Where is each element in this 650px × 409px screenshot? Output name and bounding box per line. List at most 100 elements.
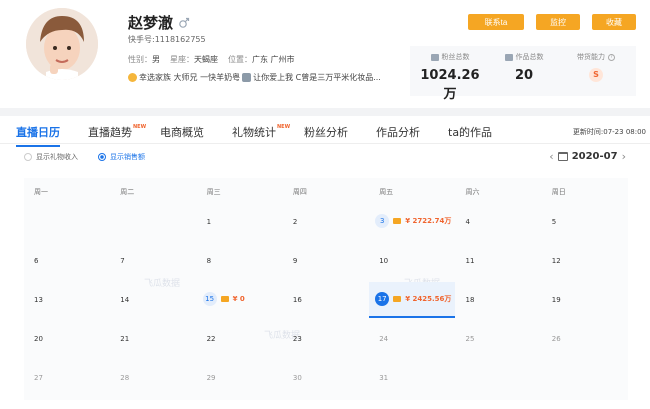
calendar-day[interactable]: 6 bbox=[24, 243, 110, 279]
works-icon bbox=[504, 53, 513, 61]
emoji-icon bbox=[128, 73, 137, 82]
day-number: 23 bbox=[292, 335, 302, 343]
day-number: 24 bbox=[379, 335, 389, 343]
calendar-day[interactable]: 25 bbox=[456, 321, 542, 357]
new-badge: NEW bbox=[133, 124, 147, 130]
day-number: 29 bbox=[206, 374, 216, 382]
calendar-day[interactable]: 9 bbox=[283, 243, 369, 279]
live-session-summary[interactable]: 15 ¥ 0 bbox=[202, 292, 245, 306]
divider bbox=[0, 108, 650, 116]
weekday-label: 周日 bbox=[551, 188, 566, 196]
bio-part-1: 幸选家族 大师兄 一快羊奶粤 bbox=[139, 73, 241, 82]
calendar-day[interactable]: 20 bbox=[24, 321, 110, 357]
day-number: 21 bbox=[120, 335, 130, 343]
day-number: 22 bbox=[206, 335, 216, 343]
stats-panel: 粉丝总数 1024.26万 作品总数 20 带货能力? S bbox=[410, 46, 636, 102]
calendar-day[interactable]: 19 bbox=[542, 282, 628, 318]
calendar-day[interactable]: 4 bbox=[456, 204, 542, 240]
calendar-day[interactable]: 12 bbox=[542, 243, 628, 279]
weekday-label: 周五 bbox=[379, 188, 394, 196]
avatar[interactable] bbox=[26, 8, 98, 80]
calendar-day[interactable]: 10 bbox=[369, 243, 455, 279]
tab-fans-analysis[interactable]: 粉丝分析 bbox=[304, 124, 348, 140]
calendar-day[interactable]: 31 bbox=[369, 360, 455, 396]
calendar-day[interactable]: 23 bbox=[283, 321, 369, 357]
weekday-label: 周六 bbox=[465, 188, 480, 196]
monitor-button[interactable]: 监控 bbox=[536, 14, 580, 30]
tab-ecommerce-overview[interactable]: 电商概览 bbox=[160, 124, 204, 140]
calendar-day[interactable]: 26 bbox=[542, 321, 628, 357]
calendar-day[interactable]: 1 bbox=[197, 204, 283, 240]
live-session-summary[interactable]: 17 ¥ 2425.56万 bbox=[375, 292, 451, 306]
help-icon[interactable]: ? bbox=[608, 53, 615, 61]
calendar-day[interactable]: 2 bbox=[283, 204, 369, 240]
day-number: 12 bbox=[551, 257, 561, 265]
cart-icon bbox=[220, 296, 229, 302]
day-number: 30 bbox=[292, 374, 302, 382]
calendar-day[interactable]: 8 bbox=[197, 243, 283, 279]
day-number: 7 bbox=[120, 257, 125, 265]
calendar-day[interactable]: 16 bbox=[283, 282, 369, 318]
day-number: 18 bbox=[465, 296, 475, 304]
tab-gift-stats[interactable]: 礼物统计NEW bbox=[232, 124, 290, 140]
day-number: 15 bbox=[202, 292, 217, 306]
calendar-day[interactable]: 5 bbox=[542, 204, 628, 240]
tab-live-calendar[interactable]: 直播日历 bbox=[16, 124, 60, 147]
calendar-filters: 显示礼物收入 显示销售额 bbox=[24, 152, 145, 162]
fans-icon bbox=[430, 53, 439, 61]
current-month[interactable]: 2020-07 bbox=[572, 151, 618, 162]
sales-amount: ¥ 0 bbox=[232, 295, 245, 303]
sales-radio[interactable]: 显示销售额 bbox=[98, 152, 145, 162]
calendar-day[interactable]: 13 bbox=[24, 282, 110, 318]
calendar-day[interactable]: 28 bbox=[110, 360, 196, 396]
location-value: 广东 广州市 bbox=[252, 55, 295, 64]
calendar-day[interactable]: 11 bbox=[456, 243, 542, 279]
works-stat: 作品总数 20 bbox=[488, 52, 560, 83]
calendar-day[interactable]: 24 bbox=[369, 321, 455, 357]
zodiac-value: 天蝎座 bbox=[194, 55, 218, 64]
weekday-label: 周四 bbox=[292, 188, 307, 196]
day-number: 19 bbox=[551, 296, 561, 304]
calendar-day[interactable]: 22 bbox=[197, 321, 283, 357]
ability-badge: S bbox=[589, 68, 603, 82]
calendar-day[interactable]: 21 bbox=[110, 321, 196, 357]
works-label: 作品总数 bbox=[515, 53, 544, 61]
month-nav: ‹ 2020-07 › bbox=[549, 150, 626, 163]
radio-dot bbox=[98, 153, 106, 161]
day-number: 5 bbox=[551, 218, 557, 226]
gender-label: 性别： bbox=[128, 55, 152, 64]
live-session-summary[interactable]: 3 ¥ 2722.74万 bbox=[375, 214, 451, 228]
calendar-day[interactable]: 27 bbox=[24, 360, 110, 396]
day-number: 31 bbox=[379, 374, 389, 382]
gift-income-radio[interactable]: 显示礼物收入 bbox=[24, 152, 78, 162]
day-number: 13 bbox=[34, 296, 43, 304]
tab-their-works[interactable]: ta的作品 bbox=[448, 124, 492, 140]
cart-icon bbox=[393, 218, 402, 224]
day-number: 28 bbox=[120, 374, 130, 382]
calendar-day[interactable]: 18 bbox=[456, 282, 542, 318]
cart-icon bbox=[393, 296, 402, 302]
calendar-day[interactable]: 15 ¥ 0 bbox=[197, 282, 283, 318]
calendar-icon bbox=[557, 152, 568, 161]
favorite-button[interactable]: 收藏 bbox=[592, 14, 636, 30]
tab-works-analysis[interactable]: 作品分析 bbox=[376, 124, 420, 140]
calendar-day[interactable]: 17 ¥ 2425.56万 bbox=[369, 282, 456, 318]
day-number: 4 bbox=[465, 218, 470, 226]
day-number: 6 bbox=[34, 257, 39, 265]
day-number: 9 bbox=[292, 257, 298, 265]
tab-live-trend[interactable]: 直播趋势NEW bbox=[88, 124, 146, 140]
calendar-day[interactable]: 3 ¥ 2722.74万 bbox=[369, 204, 455, 240]
calendar-day[interactable]: 29 bbox=[197, 360, 283, 396]
fans-value: 1024.26万 bbox=[420, 68, 480, 102]
contact-button[interactable]: 联系ta bbox=[468, 14, 524, 30]
chevron-right-icon[interactable]: › bbox=[622, 150, 626, 163]
calendar-day[interactable]: 30 bbox=[283, 360, 369, 396]
day-number: 14 bbox=[120, 296, 130, 304]
ability-label: 带货能力 bbox=[577, 53, 605, 61]
chevron-left-icon[interactable]: ‹ bbox=[549, 150, 553, 163]
day-number: 10 bbox=[379, 257, 389, 265]
calendar-day[interactable]: 14 bbox=[110, 282, 196, 318]
radio-dot bbox=[24, 153, 32, 161]
calendar-day[interactable]: 7 bbox=[110, 243, 196, 279]
profile-name: 赵梦澈 bbox=[128, 14, 174, 32]
